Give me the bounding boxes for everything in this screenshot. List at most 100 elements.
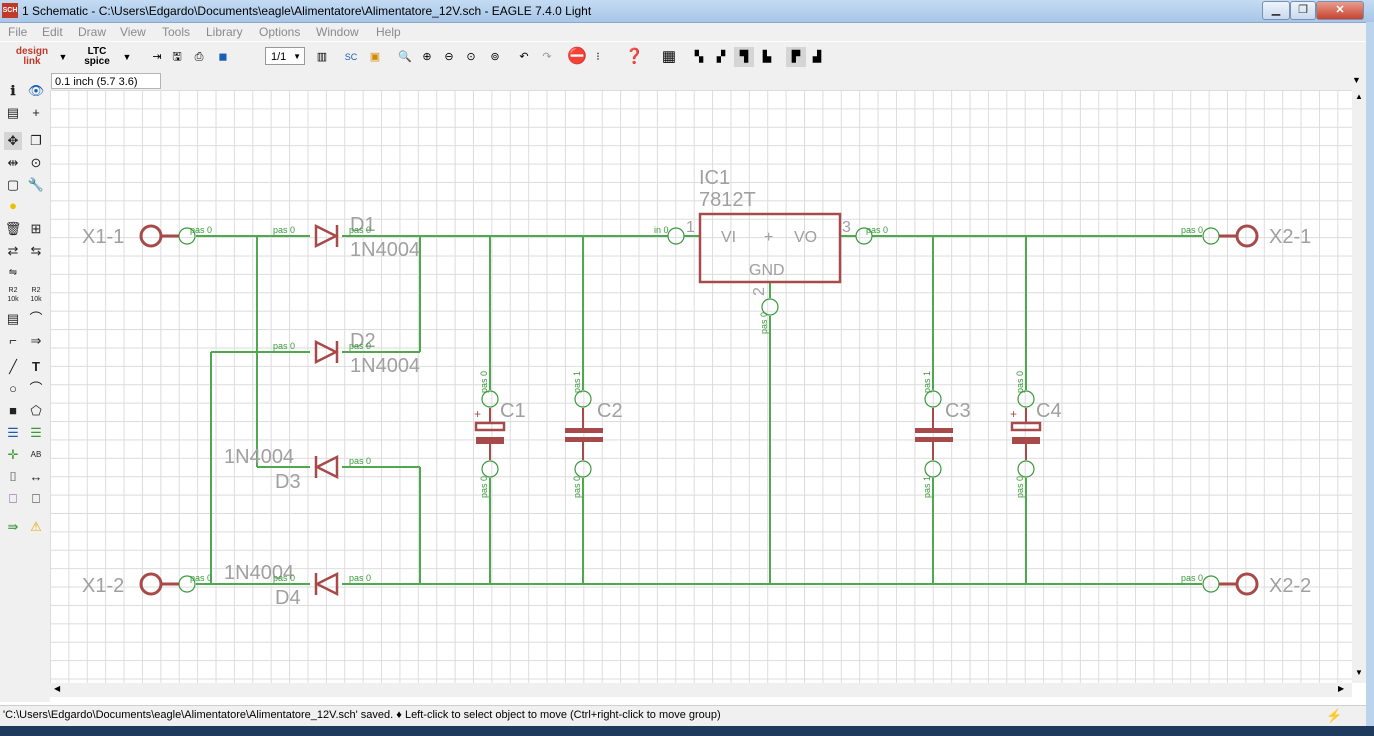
erc-icon[interactable]: ⇛: [4, 518, 22, 536]
pin-label: pas 0: [190, 225, 212, 235]
scroll-up-icon[interactable]: ▲: [1355, 92, 1363, 101]
layout-icon[interactable]: ▞: [712, 47, 730, 67]
pin-label: pas 0: [190, 573, 212, 583]
help-icon[interactable]: ❓: [625, 47, 644, 67]
miter-icon[interactable]: ⌒: [27, 310, 45, 328]
dimension-icon[interactable]: ↔: [27, 468, 45, 486]
chevron-down-icon[interactable]: ▼: [1352, 75, 1361, 85]
scroll-left-icon[interactable]: ◀: [54, 684, 60, 693]
gateswap-icon[interactable]: ⇋: [4, 264, 22, 282]
grid-icon[interactable]: ▦: [660, 47, 678, 67]
menu-options[interactable]: Options: [259, 25, 300, 39]
cam-icon[interactable]: ◼: [214, 47, 232, 67]
menu-edit[interactable]: Edit: [42, 25, 63, 39]
sheet-select[interactable]: 1/1 ▼: [265, 47, 305, 65]
status-bar: 'C:\Users\Edgardo\Documents\eagle\Alimen…: [0, 705, 1366, 726]
circle-icon[interactable]: ○: [4, 380, 22, 398]
script-icon[interactable]: ⇥: [148, 47, 166, 67]
minimize-button[interactable]: ▁: [1262, 1, 1290, 20]
pin-label: pas 0: [1181, 573, 1203, 583]
label-icon[interactable]: AB: [27, 446, 45, 464]
horizontal-scrollbar[interactable]: ◀ ▶: [50, 683, 1352, 697]
zoom-redraw-icon[interactable]: ⊙: [462, 47, 480, 67]
change-icon[interactable]: 🔧: [27, 176, 45, 194]
menu-help[interactable]: Help: [376, 25, 401, 39]
arc-icon[interactable]: ⌒: [27, 380, 45, 398]
smash-icon[interactable]: ▤: [4, 310, 22, 328]
rotate-icon[interactable]: ⊙: [27, 154, 45, 172]
save-icon[interactable]: 🖫: [168, 47, 186, 67]
ulp-icon[interactable]: ▣: [366, 47, 384, 67]
copy-icon[interactable]: ❐: [27, 132, 45, 150]
value-icon[interactable]: R2 10k: [27, 286, 45, 304]
schematic-icon[interactable]: SC: [342, 47, 360, 67]
paste-icon[interactable]: ●: [4, 197, 22, 215]
regulator-pin-labels: VI VO GND + 1 3 2: [686, 219, 851, 296]
stop-icon[interactable]: ⛔: [567, 47, 587, 67]
wire-icon[interactable]: ╱: [4, 358, 22, 376]
info-icon[interactable]: ℹ: [4, 82, 22, 100]
maximize-button[interactable]: ❐: [1290, 1, 1316, 20]
pinswap-icon[interactable]: ⇄: [4, 242, 22, 260]
attribute-icon[interactable]: ⌷: [4, 468, 22, 486]
replace-icon[interactable]: ⇆: [27, 242, 45, 260]
invoke-icon[interactable]: ⇒: [27, 332, 45, 350]
frame-icon[interactable]: ⎕: [4, 490, 22, 508]
zoom-out-icon[interactable]: ⊖: [440, 47, 458, 67]
add-icon[interactable]: ⊞: [27, 220, 45, 238]
mirror-icon[interactable]: ⇹: [4, 154, 22, 172]
split-icon[interactable]: ⌐: [4, 332, 22, 350]
lightning-icon[interactable]: ⚡: [1326, 708, 1342, 724]
layout-icon[interactable]: ▟: [808, 47, 826, 67]
module-icon[interactable]: ⎕: [27, 490, 45, 508]
mark-icon[interactable]: +: [27, 104, 45, 122]
move-icon[interactable]: ✥: [4, 132, 22, 150]
diode-d3-name: D3: [275, 471, 301, 493]
scroll-down-icon[interactable]: ▼: [1355, 668, 1363, 677]
diode-d1-value: 1N4004: [350, 239, 420, 261]
connector-label-x2-2: X2-2: [1269, 575, 1311, 597]
group-icon[interactable]: ▢: [4, 176, 22, 194]
layout-icon[interactable]: ▜: [734, 47, 754, 67]
junction-icon[interactable]: ✛: [4, 446, 22, 464]
show-icon[interactable]: 👁: [27, 82, 45, 100]
warning-icon[interactable]: ⚠: [27, 518, 45, 536]
rect-icon[interactable]: ■: [4, 402, 22, 420]
toolbar: design link ▼ LTC spice ▼ ⇥ 🖫 ⎙ ◼ 1/1 ▼ …: [0, 42, 1366, 73]
layout-icon[interactable]: ▙: [758, 47, 776, 67]
zoom-in-icon[interactable]: ⊕: [418, 47, 436, 67]
scroll-right-icon[interactable]: ▶: [1338, 684, 1344, 693]
chevron-down-icon[interactable]: ▼: [122, 47, 132, 67]
title-bar: SCH 1 Schematic - C:\Users\Edgardo\Docum…: [0, 0, 1374, 23]
go-icon[interactable]: ⁝: [592, 47, 604, 67]
menu-window[interactable]: Window: [316, 25, 359, 39]
bus-icon[interactable]: ☰: [4, 424, 22, 442]
app-icon: SCH: [2, 3, 18, 18]
vertical-scrollbar[interactable]: ▲ ▼: [1352, 90, 1366, 683]
name-icon[interactable]: R2 10k: [4, 286, 22, 304]
chevron-down-icon[interactable]: ▼: [58, 47, 68, 67]
menu-view[interactable]: View: [120, 25, 146, 39]
close-button[interactable]: ✕: [1316, 1, 1364, 20]
delete-icon[interactable]: 🗑: [4, 220, 22, 238]
layout-icon[interactable]: ▚: [690, 47, 708, 67]
ltspice-button[interactable]: LTC spice: [74, 47, 120, 67]
layout-icon[interactable]: ▛: [786, 47, 806, 67]
left-tool-palette: ℹ 👁 ▤ + ✥ ❐ ⇹ ⊙ ▢ 🔧 ● 🗑 ⊞ ⇄ ⇆ ⇋ R2 10k R…: [0, 82, 50, 702]
menu-library[interactable]: Library: [206, 25, 243, 39]
text-icon[interactable]: T: [27, 358, 45, 376]
net-icon[interactable]: ☰: [27, 424, 45, 442]
print-icon[interactable]: ⎙: [190, 47, 208, 67]
undo-icon[interactable]: ↶: [515, 47, 533, 67]
zoom-fit-icon[interactable]: 🔍: [396, 47, 414, 67]
menu-file[interactable]: File: [8, 25, 27, 39]
board-switch-icon[interactable]: ▥: [313, 47, 331, 67]
menu-tools[interactable]: Tools: [162, 25, 190, 39]
schematic-canvas[interactable]: X1-1 X1-2 X2-1 X2-2 IC1 7812T D1 1N4004 …: [50, 90, 1352, 683]
redo-icon[interactable]: ↷: [538, 47, 556, 67]
designlink-button[interactable]: design link: [8, 47, 56, 67]
zoom-select-icon[interactable]: ⊚: [486, 47, 504, 67]
menu-draw[interactable]: Draw: [78, 25, 106, 39]
polygon-icon[interactable]: ⬠: [27, 402, 45, 420]
display-icon[interactable]: ▤: [4, 104, 22, 122]
